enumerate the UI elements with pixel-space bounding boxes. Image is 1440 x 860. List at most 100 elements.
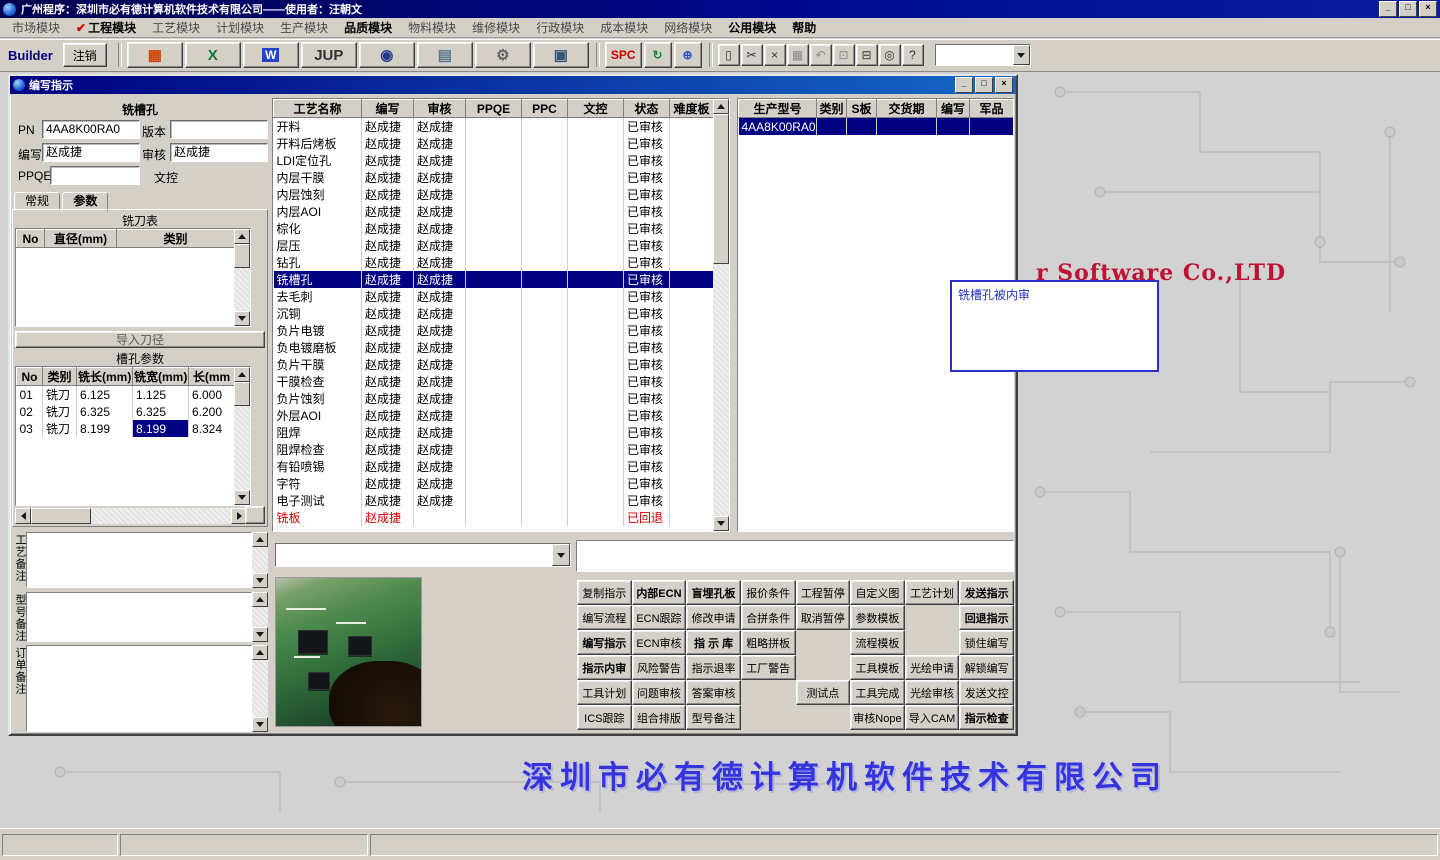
version-input[interactable] [170, 120, 268, 139]
action-锁住编写[interactable]: 锁住编写 [959, 630, 1014, 655]
toolbar-combobox[interactable] [934, 44, 1031, 66]
computer-icon[interactable]: ▣ [532, 42, 589, 68]
column-header-编写[interactable]: 编写 [936, 99, 970, 118]
menu-网络模块[interactable]: 网络模块 [656, 19, 720, 36]
info-display-field[interactable] [576, 540, 1014, 572]
action-发送指示[interactable]: 发送指示 [959, 580, 1014, 605]
delete-icon[interactable]: × [763, 44, 786, 66]
action-工具模板[interactable]: 工具模板 [850, 655, 905, 680]
process-row-内层AOI[interactable]: 内层AOI 赵成捷 赵成捷 已审核 [273, 203, 714, 220]
column-header-PPQE[interactable]: PPQE [465, 99, 522, 118]
scroll-up-icon[interactable] [252, 645, 268, 660]
process-row-电子测试[interactable]: 电子测试 赵成捷 赵成捷 已审核 [273, 492, 714, 509]
process-row-字符[interactable]: 字符 赵成捷 赵成捷 已审核 [273, 475, 714, 492]
action-导入CAM[interactable]: 导入CAM [904, 705, 960, 730]
spc-button[interactable]: SPC [604, 42, 642, 68]
process-row-沉铜[interactable]: 沉铜 赵成捷 赵成捷 已审核 [273, 305, 714, 322]
action-流程模板[interactable]: 流程模板 [850, 630, 905, 655]
column-header-类别[interactable]: 类别 [816, 99, 847, 118]
process-row-层压[interactable]: 层压 赵成捷 赵成捷 已审核 [273, 237, 714, 254]
action-报价条件[interactable]: 报价条件 [740, 580, 796, 605]
action-工艺计划[interactable]: 工艺计划 [904, 580, 960, 605]
action-工具完成[interactable]: 工具完成 [850, 680, 905, 705]
scroll-up-icon[interactable] [234, 367, 250, 382]
action-ECN审核[interactable]: ECN审核 [631, 630, 687, 655]
menu-品质模块[interactable]: 品质模块 [336, 19, 400, 36]
slot-table-hscrollbar[interactable] [15, 508, 247, 524]
cutter-table-scrollbar[interactable] [234, 229, 250, 326]
close-button[interactable]: × [1419, 1, 1437, 17]
child-minimize-button[interactable]: _ [955, 77, 973, 93]
copy-icon[interactable]: ⊡ [832, 44, 855, 66]
process-row-开料后烤板[interactable]: 开料后烤板 赵成捷 赵成捷 已审核 [273, 135, 714, 152]
order-remark-scrollbar[interactable] [252, 645, 268, 732]
machines-icon[interactable]: ⚙ [474, 42, 531, 68]
word-icon[interactable]: W [242, 42, 299, 68]
process-row-外层AOI[interactable]: 外层AOI 赵成捷 赵成捷 已审核 [273, 407, 714, 424]
process-row-铣板[interactable]: 铣板 赵成捷 已回退 [273, 509, 714, 526]
process-remark-scrollbar[interactable] [252, 532, 268, 588]
model-remark-textarea[interactable] [26, 592, 252, 642]
column-header-文控[interactable]: 文控 [567, 99, 624, 118]
menu-工程模块[interactable]: ✔ 工程模块 [68, 19, 144, 36]
column-header-类别[interactable]: 类别 [42, 367, 77, 386]
process-row-开料[interactable]: 开料 赵成捷 赵成捷 已审核 [273, 117, 714, 135]
action-内部ECN[interactable]: 内部ECN [631, 580, 687, 605]
process-row-有铅喷锡[interactable]: 有铅喷锡 赵成捷 赵成捷 已审核 [273, 458, 714, 475]
action-问题审核[interactable]: 问题审核 [631, 680, 687, 705]
column-header-工艺名称[interactable]: 工艺名称 [273, 99, 362, 118]
column-header-类别[interactable]: 类别 [116, 229, 235, 248]
process-row-干膜检查[interactable]: 干膜检查 赵成捷 赵成捷 已审核 [273, 373, 714, 390]
combo-dropdown-icon[interactable] [552, 544, 570, 566]
action-回退指示[interactable]: 回退指示 [959, 605, 1014, 630]
import-diameter-button[interactable]: 导入刀径 [15, 331, 265, 348]
model-remark-scrollbar[interactable] [252, 592, 268, 642]
menu-生产模块[interactable]: 生产模块 [272, 19, 336, 36]
process-row-负片蚀刻[interactable]: 负片蚀刻 赵成捷 赵成捷 已审核 [273, 390, 714, 407]
refresh-icon[interactable]: ↻ [643, 42, 672, 68]
slot-param-row-03[interactable]: 03 铣刀 8.199 8.199 8.324 [16, 420, 235, 437]
menu-成本模块[interactable]: 成本模块 [592, 19, 656, 36]
scroll-down-icon[interactable] [234, 490, 250, 505]
column-header-铣长(mm)[interactable]: 铣长(mm) [76, 367, 133, 386]
column-header-编写[interactable]: 编写 [361, 99, 414, 118]
ppqe-input[interactable] [50, 166, 140, 185]
excel-icon[interactable]: X [184, 42, 241, 68]
action-光绘审核[interactable]: 光绘审核 [904, 680, 960, 705]
action-ICS跟踪[interactable]: ICS跟踪 [577, 705, 632, 730]
action-取消暂停[interactable]: 取消暂停 [795, 605, 851, 630]
process-row-阻焊检查[interactable]: 阻焊检查 赵成捷 赵成捷 已审核 [273, 441, 714, 458]
process-remark-textarea[interactable] [26, 532, 252, 588]
process-row-阻焊[interactable]: 阻焊 赵成捷 赵成捷 已审核 [273, 424, 714, 441]
scroll-up-icon[interactable] [713, 99, 729, 114]
menu-物料模块[interactable]: 物料模块 [400, 19, 464, 36]
globe-icon[interactable]: ⊕ [673, 42, 702, 68]
action-解锁编写[interactable]: 解锁编写 [959, 655, 1014, 680]
scroll-left-icon[interactable] [15, 508, 31, 524]
scroll-down-icon[interactable] [252, 573, 268, 588]
cut-icon[interactable]: ✂ [740, 44, 763, 66]
scroll-up-icon[interactable] [234, 229, 250, 244]
form-grid-icon[interactable]: ▦ [126, 42, 183, 68]
jup-button[interactable]: JUP [300, 42, 357, 68]
preview-eye-icon[interactable]: ◉ [358, 42, 415, 68]
order-remark-textarea[interactable] [26, 645, 252, 732]
menu-工艺模块[interactable]: 工艺模块 [144, 19, 208, 36]
action-测试点[interactable]: 测试点 [795, 680, 851, 705]
action-编写流程[interactable]: 编写流程 [577, 605, 632, 630]
action-盲埋孔板[interactable]: 盲埋孔板 [686, 580, 741, 605]
column-header-PPC[interactable]: PPC [521, 99, 568, 118]
action-工具计划[interactable]: 工具计划 [577, 680, 632, 705]
database-icon[interactable]: ▤ [416, 42, 473, 68]
action-粗略拼板[interactable]: 粗略拼板 [740, 630, 796, 655]
column-header-审核[interactable]: 审核 [413, 99, 466, 118]
action-合拼条件[interactable]: 合拼条件 [740, 605, 796, 630]
action-修改申请[interactable]: 修改申请 [686, 605, 741, 630]
process-row-去毛刺[interactable]: 去毛刺 赵成捷 赵成捷 已审核 [273, 288, 714, 305]
action-参数模板[interactable]: 参数模板 [850, 605, 905, 630]
action-组合排版[interactable]: 组合排版 [631, 705, 687, 730]
writer-input[interactable]: 赵成捷 [42, 143, 140, 162]
scroll-up-icon[interactable] [252, 532, 268, 547]
column-header-状态[interactable]: 状态 [623, 99, 670, 118]
column-header-军品[interactable]: 军品 [969, 99, 1013, 118]
